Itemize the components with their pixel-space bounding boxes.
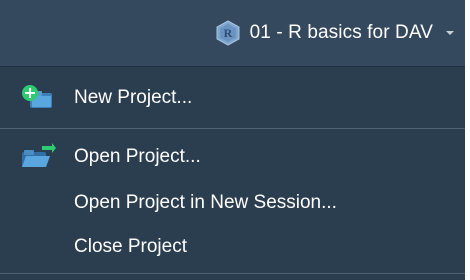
menu-item-new-project[interactable]: New Project... [0, 75, 465, 121]
menu-item-label: Open Project... [74, 146, 201, 167]
svg-text:R: R [223, 26, 232, 40]
menu-item-close-project[interactable]: Close Project [0, 224, 465, 270]
project-menu-panel: R 01 - R basics for DAV New Project... O… [0, 0, 465, 280]
project-switcher-button[interactable]: R 01 - R basics for DAV [216, 18, 455, 48]
page-frame: R 01 - R basics for DAV New Project... O… [0, 0, 470, 280]
menu-item-label: Open Project in New Session... [74, 192, 337, 213]
new-project-icon [22, 85, 52, 108]
r-project-icon: R [216, 20, 240, 46]
menu-item-label: Close Project [74, 236, 187, 257]
open-project-icon [22, 143, 56, 167]
menu-header: R 01 - R basics for DAV [0, 0, 465, 67]
chevron-down-icon [446, 31, 454, 35]
project-name: 01 - R basics for DAV [249, 22, 433, 43]
menu-item-label: New Project... [74, 87, 193, 108]
menu-item-open-project[interactable]: Open Project... [0, 134, 465, 180]
menu-separator [0, 128, 465, 129]
menu-separator [0, 273, 465, 274]
menu-item-open-project-new-session[interactable]: Open Project in New Session... [0, 180, 465, 226]
